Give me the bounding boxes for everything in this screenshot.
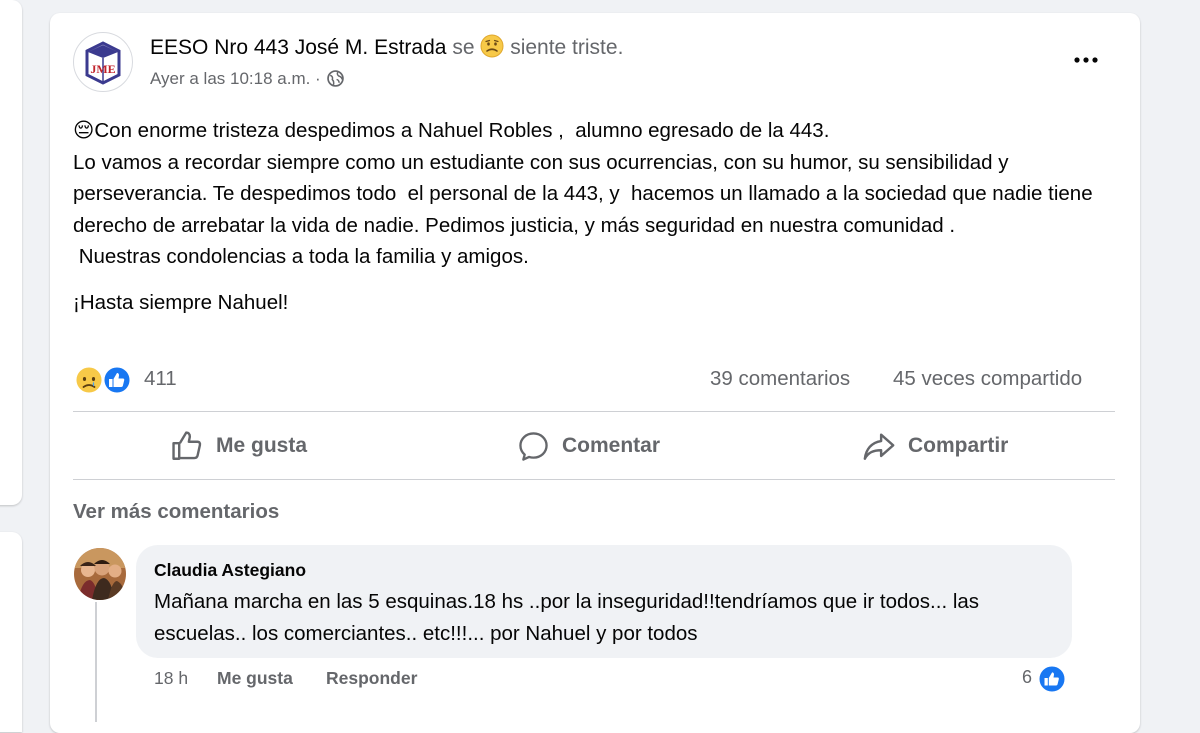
comment-time-link[interactable]: 18 h [154, 668, 188, 689]
school-logo: JME [75, 34, 131, 90]
comment-author-link[interactable]: Claudia Astegiano [154, 560, 306, 581]
divider [73, 479, 1115, 480]
commenter-avatar[interactable] [74, 548, 126, 600]
like-reaction-icon[interactable] [1037, 664, 1067, 694]
post-meta: Ayer a las 10:18 a.m. · [150, 68, 345, 93]
post-timestamp-link[interactable]: Ayer a las 10:18 a.m. · [150, 69, 321, 88]
like-button-label: Me gusta [216, 434, 308, 457]
thread-line [95, 602, 97, 722]
more-dots-icon[interactable] [1070, 49, 1102, 71]
comment-text: Mañana marcha en las 5 esquinas.18 hs ..… [154, 590, 980, 645]
thumbs-up-icon [170, 429, 204, 463]
page-name-link[interactable]: EESO Nro 443 José M. Estrada [150, 36, 446, 59]
post-body: 😔Con enorme tristeza despedimos a Nahuel… [73, 115, 1123, 319]
comment-button-label: Comentar [562, 434, 661, 457]
post-message: 😔Con enorme tristeza despedimos a Nahuel… [73, 119, 1093, 269]
divider [73, 411, 1115, 412]
sad-face-icon [480, 34, 504, 66]
share-arrow-icon [862, 429, 896, 463]
comment-like-button[interactable]: Me gusta [217, 668, 293, 689]
view-more-comments-link[interactable]: Ver más comentarios [73, 500, 279, 524]
like-button[interactable]: Me gusta [170, 429, 307, 463]
feeling-prefix: se [452, 36, 475, 59]
comment-button[interactable]: Comentar [517, 429, 660, 463]
post-card: JME EESO Nro 443 José M. Estrada se sien… [50, 13, 1140, 733]
post-closing: ¡Hasta siempre Nahuel! [73, 290, 289, 314]
feeling-text: siente triste. [510, 36, 624, 59]
comment-reaction-count[interactable]: 6 [1022, 667, 1032, 688]
reaction-count[interactable]: 411 [144, 367, 177, 391]
speech-bubble-icon [517, 430, 550, 463]
post-header: EESO Nro 443 José M. Estrada se siente t… [150, 34, 623, 66]
side-card-top [0, 0, 22, 505]
comment-reply-button[interactable]: Responder [326, 668, 417, 689]
sad-reaction-icon [74, 365, 104, 395]
share-button[interactable]: Compartir [862, 429, 1008, 463]
shares-count-link[interactable]: 45 veces compartido [893, 367, 1082, 391]
reaction-icons[interactable] [73, 364, 137, 396]
share-button-label: Compartir [908, 434, 1009, 457]
comment-bubble: Claudia Astegiano Mañana marcha en las 5… [136, 545, 1072, 658]
globe-icon[interactable] [327, 70, 345, 93]
logo-letters: JME [90, 62, 115, 76]
page-avatar[interactable]: JME [73, 32, 133, 92]
comments-count-link[interactable]: 39 comentarios [710, 367, 850, 391]
like-reaction-icon [102, 365, 132, 395]
side-card-bottom [0, 532, 22, 732]
